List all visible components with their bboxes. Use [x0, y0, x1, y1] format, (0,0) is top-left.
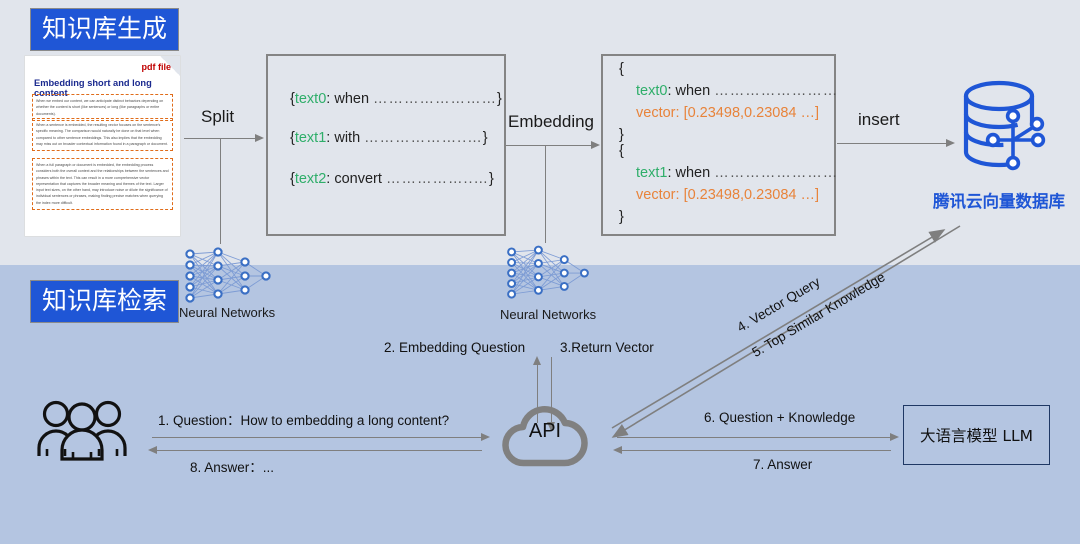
split-arrow-head — [255, 134, 264, 142]
flow-label-split: Split — [201, 107, 235, 126]
section-chip-knowledge-retrieval: 知识库检索 — [30, 280, 180, 323]
step-label-2-embedding-question: 2. Embedding Question — [384, 340, 526, 355]
vector-rec-1-vector: vector: [0.23498,0.23084 …] — [636, 187, 819, 203]
chunk-1-key: text1 — [294, 130, 327, 146]
step-label-8-answer: 8. Answer：... — [190, 460, 275, 475]
vector-rec-1-dots: …………………… — [714, 165, 839, 181]
step1-line — [152, 437, 482, 438]
vector-rec-1-vector-colon: : — [675, 187, 684, 203]
chunk-1-close: } — [482, 130, 488, 146]
vector-rec-1-vector-key: vector — [636, 187, 676, 203]
vector-rec-1-text-key: text1 — [636, 165, 668, 181]
neural-network-left-caption: Neural Networks — [179, 305, 276, 320]
insert-arrow-line — [837, 143, 947, 144]
chunk-line-1: {text1: with ………………..…} — [290, 130, 488, 146]
chunk-line-2: {text2: convert ……………..…} — [290, 171, 494, 187]
step7-arrow-head — [613, 446, 622, 454]
step6-arrow-head — [890, 433, 899, 441]
vector-rec-1-text: text1: when …………………… — [636, 165, 838, 181]
pdf-document: pdf file Embedding short and long conten… — [25, 56, 180, 236]
chunk-0-value: when — [334, 91, 370, 107]
api-label: API — [528, 420, 562, 442]
chunk-2-value: convert — [334, 171, 382, 187]
neural-network-icon-left — [180, 246, 276, 313]
pdf-paragraph-2: When a sentence is embedded, the resulti… — [32, 118, 173, 152]
step-label-1-question: 1. Question：How to embedding a long cont… — [158, 413, 450, 428]
flow-label-embedding: Embedding — [508, 112, 595, 131]
vector-rec-0-vector: vector: [0.23498,0.23084 …] — [636, 105, 819, 121]
neural-network-icon-middle — [502, 244, 594, 309]
vector-rec-0-dots: …………………… — [714, 83, 839, 99]
chunk-1-value: with — [334, 130, 361, 146]
split-to-nn-line — [220, 138, 221, 244]
vector-database-icon — [957, 78, 1049, 183]
vector-rec-0-text-key: text0 — [636, 83, 668, 99]
pdf-paragraph-3: When a full paragraph or document is emb… — [32, 158, 173, 210]
chunk-1-dots: ………………..… — [364, 130, 483, 146]
chunk-0-dots: …………………… — [373, 91, 498, 107]
vector-rec-1-open: { — [619, 143, 624, 159]
neural-network-middle-caption: Neural Networks — [500, 307, 597, 322]
vector-rec-0-colon: : — [667, 83, 676, 99]
llm-label: 大语言模型 LLM — [919, 427, 1034, 445]
vector-rec-0-open: { — [619, 61, 624, 77]
users-icon — [36, 398, 128, 465]
section-chip-knowledge-generation: 知识库生成 — [30, 8, 180, 51]
vector-rec-1-close: } — [619, 209, 624, 225]
vector-rec-0-close: } — [619, 127, 624, 143]
diagram-canvas: 知识库生成 知识库检索 pdf file Embedding short and… — [0, 0, 1080, 544]
chunk-0-key: text0 — [294, 91, 327, 107]
embedding-to-nn-line — [545, 145, 546, 243]
step-label-6-question-plus-knowledge: 6. Question + Knowledge — [704, 410, 856, 425]
step6-line — [617, 437, 891, 438]
chunk-2-key: text2 — [294, 171, 327, 187]
vectors-box — [601, 54, 836, 236]
vector-rec-0-text: text0: when …………………… — [636, 83, 838, 99]
pdf-file-label: pdf file — [141, 62, 172, 72]
chunk-line-0: {text0: when ……………………} — [290, 91, 502, 107]
vector-rec-0-vector-value: [0.23498,0.23084 …] — [683, 105, 820, 121]
vector-database-label: 腾讯云向量数据库 — [933, 192, 1065, 211]
vector-rec-1-vector-value: [0.23498,0.23084 …] — [683, 187, 820, 203]
embedding-arrow-head — [591, 141, 600, 149]
llm-box: 大语言模型 LLM — [903, 405, 1050, 465]
vector-rec-1-text-value: when — [675, 165, 711, 181]
chunk-2-dots: ……………..… — [385, 171, 489, 187]
chunk-0-close: } — [497, 91, 502, 107]
step-label-3-return-vector: 3.Return Vector — [560, 340, 654, 355]
flow-label-insert: insert — [858, 110, 900, 129]
step7-line — [617, 450, 891, 451]
step2-arrow-head — [532, 356, 541, 365]
step1-arrow-head — [481, 433, 490, 441]
step8-line — [152, 450, 482, 451]
vector-rec-0-vector-key: vector — [636, 105, 676, 121]
insert-arrow-head — [946, 139, 955, 147]
chunk-2-close: } — [489, 171, 494, 187]
pdf-paragraph-1: When we embed our content, we can antici… — [32, 94, 173, 121]
step8-arrow-head — [148, 446, 157, 454]
embedding-arrow-line — [506, 145, 592, 146]
vector-rec-0-vector-colon: : — [675, 105, 684, 121]
step-label-7-answer: 7. Answer — [753, 457, 813, 472]
vector-rec-1-colon: : — [667, 165, 676, 181]
vector-rec-0-text-value: when — [675, 83, 711, 99]
